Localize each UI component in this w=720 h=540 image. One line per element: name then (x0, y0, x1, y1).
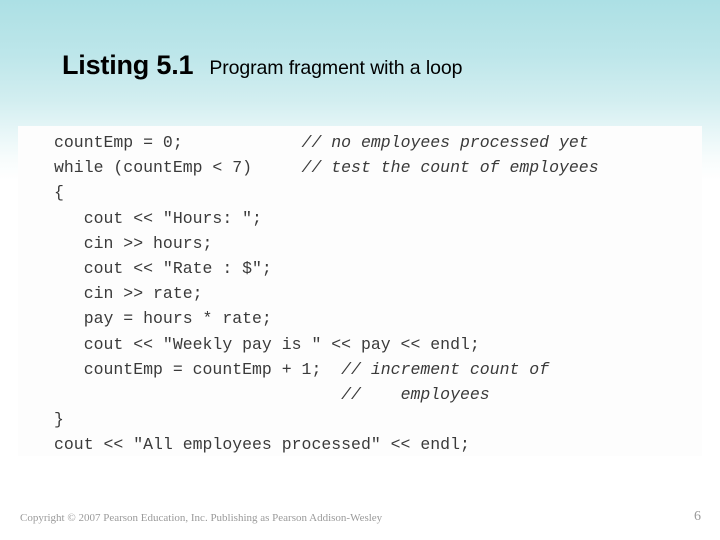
code-line: pay = hours * rate; (54, 306, 599, 331)
code-line: cout << "Rate : $"; (54, 256, 599, 281)
code-line: cout << "Weekly pay is " << pay << endl; (54, 332, 599, 357)
footer-page-number: 6 (694, 509, 701, 524)
code-line: cout << "All employees processed" << end… (54, 432, 599, 457)
page-title: Listing 5.1 Program fragment with a loop (62, 50, 462, 81)
code-line-comment: // no employees processed yet (301, 133, 589, 152)
code-line: while (countEmp < 7) // test the count o… (54, 155, 599, 180)
code-line: { (54, 180, 599, 205)
code-line-source (54, 385, 341, 404)
code-line-source: cout << "Weekly pay is " << pay << endl; (54, 334, 480, 354)
code-line-comment: // test the count of employees (301, 158, 599, 178)
code-panel: countEmp = 0; // no employees processed … (18, 126, 702, 456)
slide-canvas: Listing 5.1 Program fragment with a loop … (0, 0, 720, 540)
code-line-comment: // employees (341, 384, 490, 404)
title-main-text: Listing 5.1 (62, 50, 194, 80)
code-line-comment: // increment count of (341, 359, 550, 379)
code-line-source: cout << "All employees processed" << end… (54, 435, 470, 455)
code-line-source: cout << "Hours: "; (54, 208, 262, 228)
code-line: cin >> hours; (54, 231, 599, 256)
code-line-source: cin >> rate; (54, 284, 203, 304)
code-line-source: countEmp = 0; (54, 133, 302, 152)
code-line: } (54, 407, 599, 432)
code-line: // employees (54, 382, 599, 407)
code-line-source: cin >> hours; (54, 233, 213, 253)
code-line: countEmp = 0; // no employees processed … (54, 130, 599, 155)
code-line-source: cout << "Rate : $"; (54, 258, 272, 278)
code-listing: countEmp = 0; // no employees processed … (54, 130, 599, 457)
code-line: countEmp = countEmp + 1; // increment co… (54, 357, 599, 382)
code-line-source: while (countEmp < 7) (54, 158, 302, 178)
code-line-source: } (54, 410, 64, 430)
code-line: cin >> rate; (54, 281, 599, 306)
title-subtitle-text: Program fragment with a loop (209, 57, 463, 79)
code-line-source: pay = hours * rate; (54, 309, 272, 329)
code-line-source: countEmp = countEmp + 1; (54, 359, 342, 379)
footer-copyright-text: Copyright © 2007 Pearson Education, Inc.… (20, 512, 383, 524)
code-line: cout << "Hours: "; (54, 206, 599, 231)
code-line-source: { (54, 183, 64, 203)
